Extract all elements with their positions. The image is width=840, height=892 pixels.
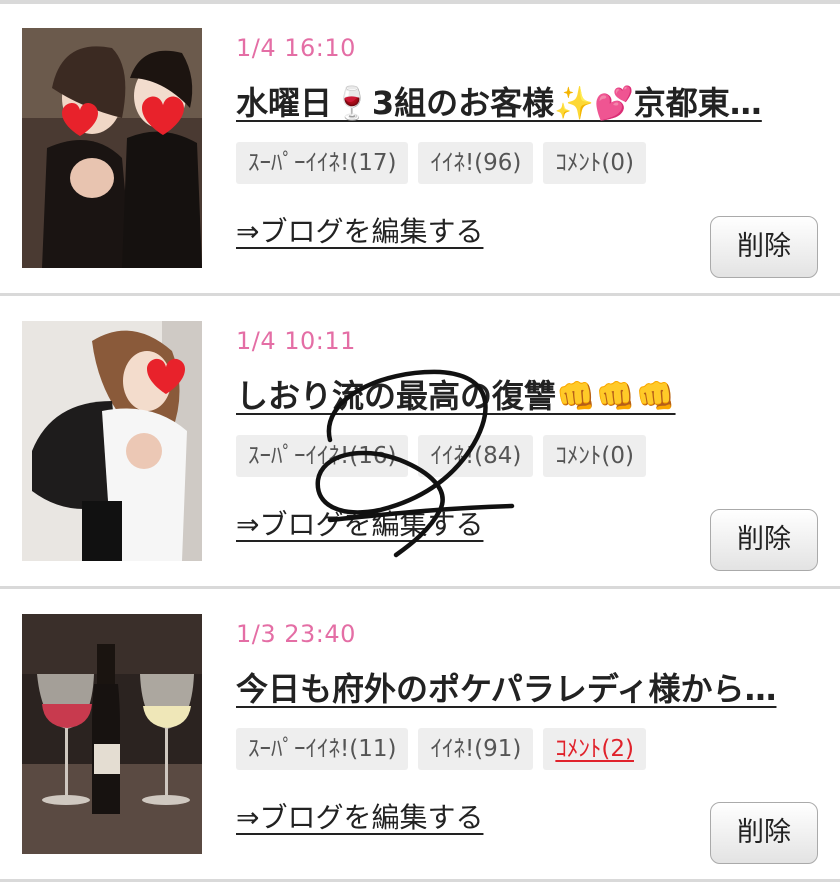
super-like-count[interactable]: ｽｰﾊﾟｰｲｲﾈ!(16) [236, 435, 409, 477]
edit-blog-link[interactable]: ⇒ブログを編集する [236, 503, 483, 543]
post-reaction-tags: ｽｰﾊﾟｰｲｲﾈ!(16) ｲｲﾈ!(84) ｺﾒﾝﾄ(0) [236, 435, 646, 477]
post-thumbnail[interactable] [22, 614, 202, 854]
post-photo-image [22, 28, 202, 268]
comment-count-link[interactable]: ｺﾒﾝﾄ(2) [543, 728, 646, 770]
like-count[interactable]: ｲｲﾈ!(84) [418, 435, 534, 477]
post-title-link[interactable]: 今日も府外のポケパラレディ様から… [236, 664, 806, 710]
super-like-count[interactable]: ｽｰﾊﾟｰｲｲﾈ!(17) [236, 142, 409, 184]
post-date: 1/4 16:10 [236, 34, 356, 62]
super-like-count[interactable]: ｽｰﾊﾟｰｲｲﾈ!(11) [236, 728, 409, 770]
post-title-link[interactable]: しおり流の最高の復讐👊👊👊 [236, 371, 806, 417]
blog-post-item: 1/4 10:11 しおり流の最高の復讐👊👊👊 ｽｰﾊﾟｰｲｲﾈ!(16) ｲｲ… [0, 297, 840, 589]
like-count[interactable]: ｲｲﾈ!(96) [418, 142, 534, 184]
post-thumbnail[interactable] [22, 28, 202, 268]
post-date: 1/3 23:40 [236, 620, 356, 648]
edit-blog-link[interactable]: ⇒ブログを編集する [236, 796, 483, 836]
post-title-link[interactable]: 水曜日🍷3組のお客様✨💕京都東… [236, 78, 806, 124]
post-reaction-tags: ｽｰﾊﾟｰｲｲﾈ!(17) ｲｲﾈ!(96) ｺﾒﾝﾄ(0) [236, 142, 646, 184]
comment-count[interactable]: ｺﾒﾝﾄ(0) [543, 435, 646, 477]
comment-count[interactable]: ｺﾒﾝﾄ(0) [543, 142, 646, 184]
post-thumbnail[interactable] [22, 321, 202, 561]
blog-post-item: 1/4 16:10 水曜日🍷3組のお客様✨💕京都東… ｽｰﾊﾟｰｲｲﾈ!(17)… [0, 4, 840, 296]
post-photo-image [22, 614, 202, 854]
post-date: 1/4 10:11 [236, 327, 356, 355]
edit-blog-link[interactable]: ⇒ブログを編集する [236, 210, 483, 250]
post-reaction-tags: ｽｰﾊﾟｰｲｲﾈ!(11) ｲｲﾈ!(91) ｺﾒﾝﾄ(2) [236, 728, 646, 770]
post-photo-image [22, 321, 202, 561]
delete-button[interactable]: 削除 [710, 216, 818, 278]
blog-post-item: 1/3 23:40 今日も府外のポケパラレディ様から… ｽｰﾊﾟｰｲｲﾈ!(11… [0, 590, 840, 882]
like-count[interactable]: ｲｲﾈ!(91) [418, 728, 534, 770]
delete-button[interactable]: 削除 [710, 802, 818, 864]
delete-button[interactable]: 削除 [710, 509, 818, 571]
